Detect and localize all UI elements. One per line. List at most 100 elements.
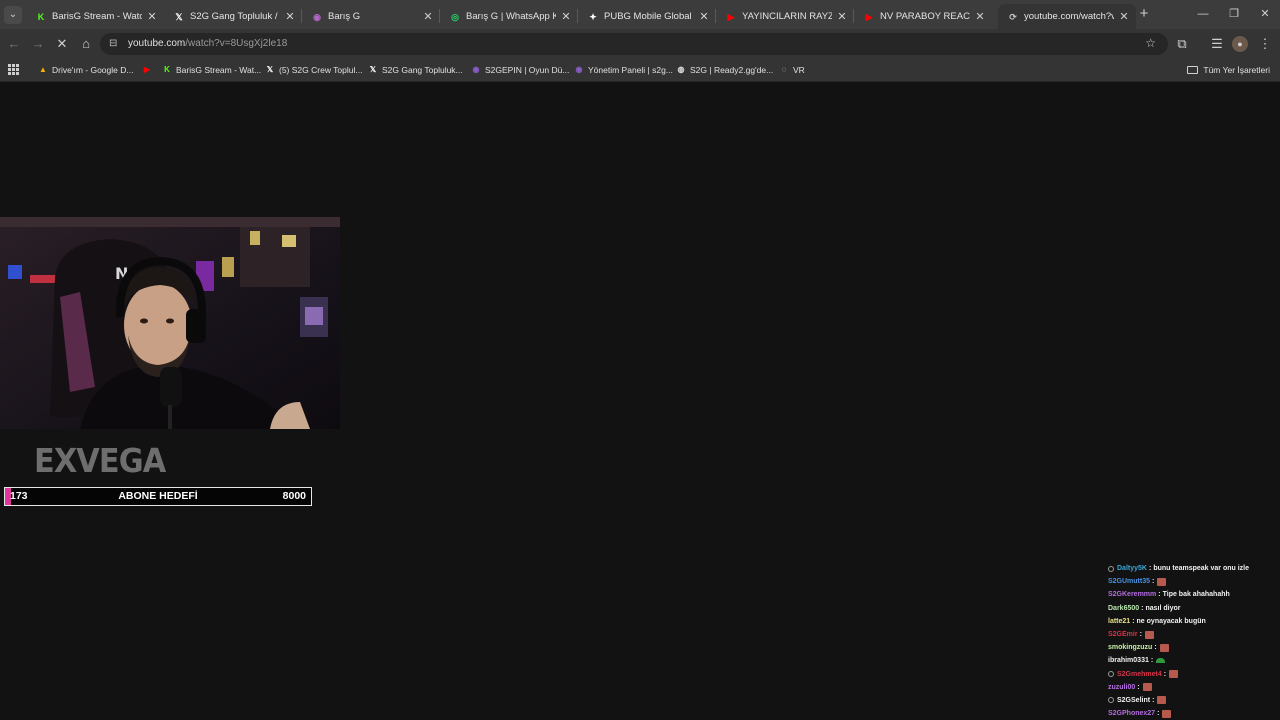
chat-text: Tipe bak ahahahahh [1162, 591, 1230, 599]
tab-close-icon[interactable]: ✕ [284, 10, 296, 23]
bookmark-label: BarisG Stream - Wat... [176, 65, 262, 75]
back-button[interactable]: ← [5, 35, 23, 53]
bookmark-item[interactable]: ▲ Drive'ım - Google D... [38, 63, 133, 77]
bookmark-item[interactable]: ▶ [142, 63, 156, 77]
chat-emote-icon [1156, 658, 1166, 664]
tab-close-icon[interactable]: ✕ [974, 10, 986, 23]
bookmark-label: VR [793, 65, 805, 75]
bookmark-item[interactable]: 𝕏 (5) S2G Crew Toplul... [265, 63, 363, 77]
chat-username: zuzuli00 [1108, 683, 1136, 691]
chat-message: S2GPhonex27: [1108, 707, 1280, 720]
chat-badge-icon [1108, 565, 1114, 572]
chat-message: smokingzuzu: [1108, 641, 1280, 654]
bookmark-item[interactable]: ◉ S2GEPIN | Oyun Dü... [471, 63, 570, 77]
menu-icon[interactable]: ⋮ [1256, 35, 1274, 53]
browser-tab[interactable]: K BarisG Stream - Watch Li ✕ [26, 4, 164, 29]
chat-emote-icon [1157, 577, 1167, 586]
browser-tab[interactable]: ⟳ youtube.com/watch?v=8 ✕ [998, 4, 1136, 29]
loading-icon: ⟳ [1009, 11, 1017, 22]
bookmark-item[interactable]: ◌ VR [779, 63, 805, 77]
minimize-icon[interactable]: — [1195, 6, 1211, 22]
chat-separator: : [1163, 670, 1167, 678]
tab-close-icon[interactable]: ✕ [560, 10, 572, 23]
bookmark-item[interactable]: ◉ Yönetim Paneli | s2g... [574, 63, 673, 77]
chat-separator: : [1158, 591, 1161, 599]
browser-tab[interactable]: ◎ Barış G | WhatsApp Kanalı ✕ [440, 4, 578, 29]
chat-separator: : [1157, 710, 1160, 718]
chat-message: S2GSelint: [1108, 694, 1280, 707]
subscriber-goal-bar: 173 ABONE HEDEFİ 8000 [4, 487, 312, 506]
tab-close-icon[interactable]: ✕ [422, 10, 434, 23]
address-bar[interactable]: ⊟ youtube.com/watch?v=8UsgXj2le18 ☆ [100, 33, 1168, 55]
browser-tab[interactable]: ◉ Barış G ✕ [302, 4, 440, 29]
chat-text: bunu teamspeak var onu izle [1153, 565, 1250, 572]
bookmark-label: S2G | Ready2.gg'de... [690, 65, 774, 75]
browser-tab[interactable]: 𝕏 S2G Gang Topluluk / X ✕ [164, 4, 302, 29]
video-player[interactable]: N EXVEGA 173 ABONE HEDEFİ 8000 Daltyy5K:… [0, 83, 1280, 720]
tab-strip: ⌄ K BarisG Stream - Watch Li ✕ 𝕏 S2G Gang To… [0, 0, 1280, 29]
chat-message: S2Gmehmet4: [1108, 668, 1280, 681]
kick-icon: K [37, 11, 45, 22]
chat-text: nasıl diyor [1145, 604, 1181, 612]
all-bookmarks-button[interactable]: Tüm Yer İşaretleri [1187, 63, 1270, 77]
tab-title: BarisG Stream - Watch Li [52, 11, 142, 22]
chat-separator: : [1150, 657, 1154, 665]
chat-username: smokingzuzu [1108, 644, 1153, 652]
tab-close-icon[interactable]: ✕ [1118, 10, 1130, 23]
kick-icon: K [164, 65, 170, 74]
restore-icon[interactable]: ❐ [1226, 6, 1242, 22]
webcam-image: N [0, 217, 340, 429]
extensions-icon[interactable]: ⧉ [1173, 35, 1191, 53]
bookmark-label: Drive'ım - Google D... [52, 65, 134, 75]
bookmark-star-icon[interactable]: ☆ [1145, 36, 1156, 50]
chat-username: S2Gmehmet4 [1117, 670, 1162, 678]
chat-username: S2GKeremmm [1108, 591, 1157, 599]
chat-separator: : [1152, 696, 1155, 704]
tab-close-icon[interactable]: ✕ [836, 10, 848, 23]
browser-toolbar: ← → ✕ ⌂ ⊟ youtube.com/watch?v=8UsgXj2le1… [0, 29, 1280, 58]
bookmarks-bar: ▲ Drive'ım - Google D... ▶ K BarisG Stream -… [0, 58, 1280, 82]
profile-avatar[interactable]: ● [1232, 36, 1248, 52]
whatsapp-icon: ◎ [451, 11, 459, 22]
media-control-icon[interactable]: ☰ [1208, 35, 1226, 53]
bookmark-item[interactable]: 𝕏 S2G Gang Topluluk... [368, 63, 463, 77]
bookmark-item[interactable]: ◍ S2G | Ready2.gg'de... [676, 63, 774, 77]
browser-tab[interactable]: ✦ PUBG Mobile Global Char ✕ [578, 4, 716, 29]
tab-close-icon[interactable]: ✕ [698, 10, 710, 23]
subscriber-goal-target: 8000 [282, 490, 306, 502]
all-bookmarks-label: Tüm Yer İşaretleri [1203, 65, 1270, 75]
chat-separator: : [1148, 565, 1152, 572]
chat-separator: : [1141, 604, 1144, 612]
browser-tab[interactable]: ▶ YAYINCILARIN RAYZ'IN Ş ✕ [716, 4, 854, 29]
browser-tab[interactable]: ▶ NV PARABOY REACTION ✕ [854, 4, 992, 29]
chat-emote-icon [1157, 696, 1167, 705]
bookmark-item[interactable]: K BarisG Stream - Wat... [162, 63, 261, 77]
chat-username: S2GUmutt35 [1108, 578, 1151, 586]
tab-title: NV PARABOY REACTION [880, 11, 970, 22]
youtube-icon: ▶ [143, 65, 151, 74]
chat-message: Daltyy5K: bunu teamspeak var onu izle [1108, 562, 1280, 575]
forward-button[interactable]: → [29, 35, 47, 53]
profile-icon: ◉ [313, 11, 321, 22]
chat-separator: : [1137, 683, 1140, 691]
ready2-icon: ◍ [677, 65, 685, 74]
chat-message: S2GKeremmm: Tipe bak ahahahahh [1108, 588, 1280, 601]
tab-close-icon[interactable]: ✕ [146, 10, 158, 23]
chat-separator: : [1139, 630, 1142, 638]
apps-grid-icon[interactable] [8, 64, 19, 75]
s2gepin-icon: ◉ [472, 65, 480, 74]
url-text[interactable]: youtube.com/watch?v=8UsgXj2le18 [128, 37, 287, 51]
tab-search-icon[interactable]: ⌄ [4, 6, 22, 24]
tab-title: S2G Gang Topluluk / X [190, 11, 280, 22]
chat-username: ibrahim0331 [1108, 657, 1149, 665]
stop-loading-button[interactable]: ✕ [53, 35, 71, 53]
chat-message: ibrahim0331: [1108, 654, 1280, 667]
s2gepin-icon: ◉ [575, 65, 583, 74]
chat-username: S2GEmir [1108, 630, 1138, 638]
new-tab-button[interactable]: + [1136, 6, 1152, 22]
site-info-icon[interactable]: ⊟ [109, 37, 121, 51]
close-window-icon[interactable]: ✕ [1257, 6, 1273, 22]
chat-message: Dark6500: nasıl diyor [1108, 602, 1280, 615]
home-button[interactable]: ⌂ [77, 35, 95, 53]
vr-icon: ◌ [781, 65, 787, 74]
